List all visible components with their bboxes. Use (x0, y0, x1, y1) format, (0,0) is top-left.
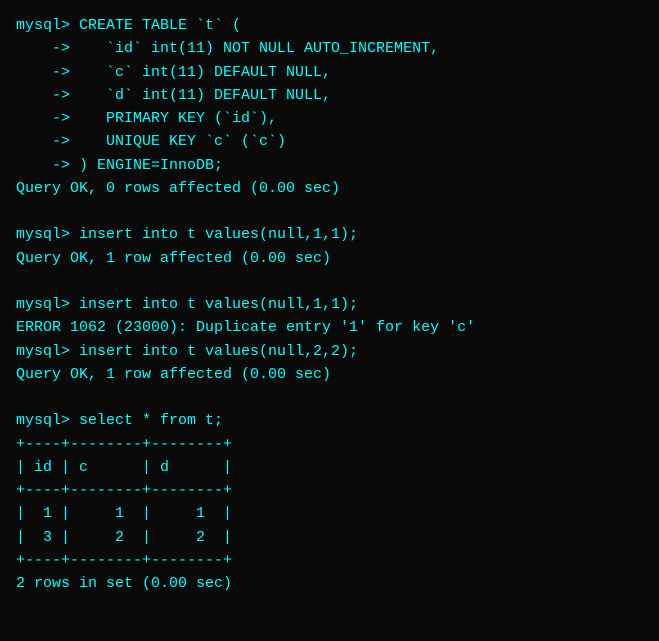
terminal-line: | 1 | 1 | 1 | (16, 502, 643, 525)
terminal-line: +----+--------+--------+ (16, 549, 643, 572)
terminal-line: Query OK, 1 row affected (0.00 sec) (16, 363, 643, 386)
terminal-line: mysql> insert into t values(null,1,1); (16, 293, 643, 316)
terminal-line: mysql> CREATE TABLE `t` ( (16, 14, 643, 37)
terminal-line: | id | c | d | (16, 456, 643, 479)
terminal-line (16, 200, 643, 223)
terminal-line: mysql> select * from t; (16, 409, 643, 432)
terminal-line: | 3 | 2 | 2 | (16, 526, 643, 549)
terminal-line: +----+--------+--------+ (16, 479, 643, 502)
terminal-line (16, 386, 643, 409)
terminal-line: -> `d` int(11) DEFAULT NULL, (16, 84, 643, 107)
terminal-line: -> PRIMARY KEY (`id`), (16, 107, 643, 130)
terminal-line: Query OK, 1 row affected (0.00 sec) (16, 247, 643, 270)
terminal-line: mysql> insert into t values(null,2,2); (16, 340, 643, 363)
terminal-line (16, 270, 643, 293)
terminal-line: -> UNIQUE KEY `c` (`c`) (16, 130, 643, 153)
terminal-line: Query OK, 0 rows affected (0.00 sec) (16, 177, 643, 200)
terminal-line: -> `c` int(11) DEFAULT NULL, (16, 61, 643, 84)
terminal-line: +----+--------+--------+ (16, 433, 643, 456)
terminal-line: 2 rows in set (0.00 sec) (16, 572, 643, 595)
terminal-window: mysql> CREATE TABLE `t` ( -> `id` int(11… (16, 14, 643, 627)
terminal-line: -> ) ENGINE=InnoDB; (16, 154, 643, 177)
terminal-line: ERROR 1062 (23000): Duplicate entry '1' … (16, 316, 643, 339)
terminal-line: -> `id` int(11) NOT NULL AUTO_INCREMENT, (16, 37, 643, 60)
terminal-line: mysql> insert into t values(null,1,1); (16, 223, 643, 246)
